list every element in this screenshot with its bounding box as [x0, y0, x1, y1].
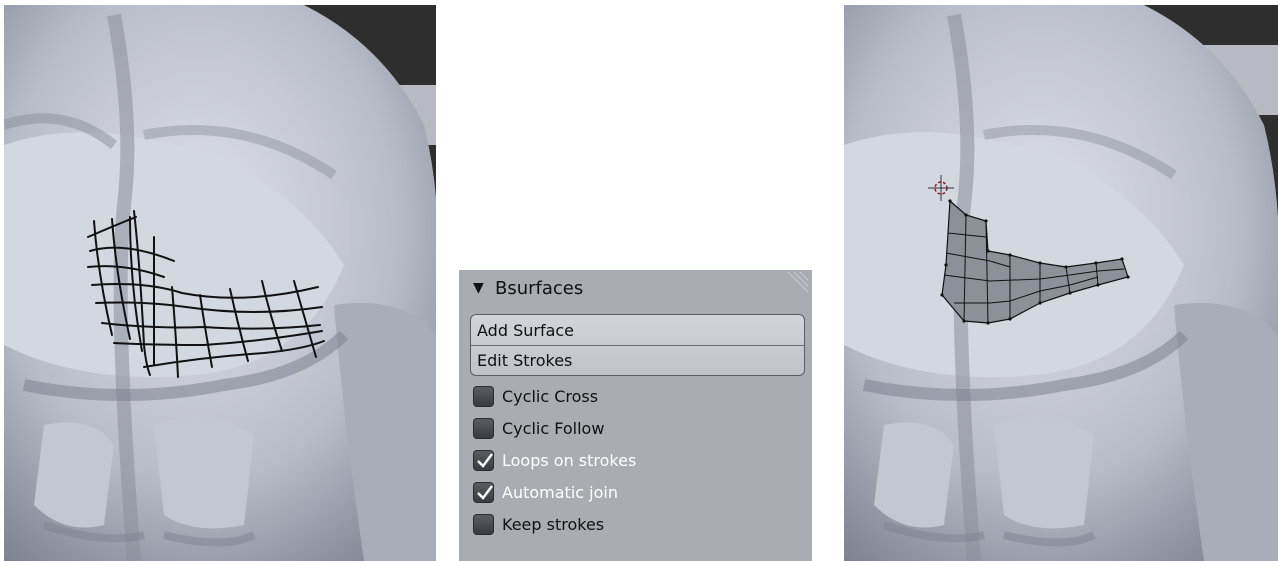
edit-strokes-button[interactable]: Edit Strokes	[471, 345, 804, 375]
bsurfaces-button-group: Add Surface Edit Strokes	[470, 314, 805, 376]
panel-header[interactable]: ▼ Bsurfaces	[459, 270, 812, 306]
add-surface-button[interactable]: Add Surface	[471, 315, 804, 345]
checkbox-label: Cyclic Follow	[502, 418, 605, 438]
panel-drag-grip-icon[interactable]	[782, 272, 808, 298]
cyclic-follow-checkbox[interactable]: Cyclic Follow	[473, 415, 604, 441]
checkbox-box[interactable]	[473, 513, 494, 535]
checkbox-label: Keep strokes	[502, 514, 605, 534]
checkbox-box[interactable]	[473, 417, 494, 439]
checkbox-label: Loops on strokes	[502, 450, 637, 470]
checkmark-icon	[477, 484, 493, 500]
checkbox-box[interactable]	[473, 385, 494, 407]
torso-with-mesh-render	[844, 5, 1278, 561]
panel-title: Bsurfaces	[495, 277, 584, 299]
right-3d-viewport[interactable]	[844, 5, 1278, 561]
checkbox-box[interactable]	[473, 449, 494, 471]
checkbox-box[interactable]	[473, 481, 494, 503]
triangle-down-icon[interactable]: ▼	[473, 280, 487, 296]
keep-strokes-checkbox[interactable]: Keep strokes	[473, 511, 604, 537]
checkbox-label: Cyclic Cross	[502, 386, 599, 406]
cyclic-cross-checkbox[interactable]: Cyclic Cross	[473, 383, 598, 409]
bsurfaces-panel: ▼ Bsurfaces Add Surface Edit Strokes Cyc…	[459, 270, 812, 561]
torso-with-strokes-render	[4, 5, 436, 561]
left-3d-viewport[interactable]	[4, 5, 436, 561]
checkmark-icon	[477, 452, 493, 468]
loops-on-strokes-checkbox[interactable]: Loops on strokes	[473, 447, 636, 473]
checkbox-label: Automatic join	[502, 482, 618, 502]
automatic-join-checkbox[interactable]: Automatic join	[473, 479, 618, 505]
